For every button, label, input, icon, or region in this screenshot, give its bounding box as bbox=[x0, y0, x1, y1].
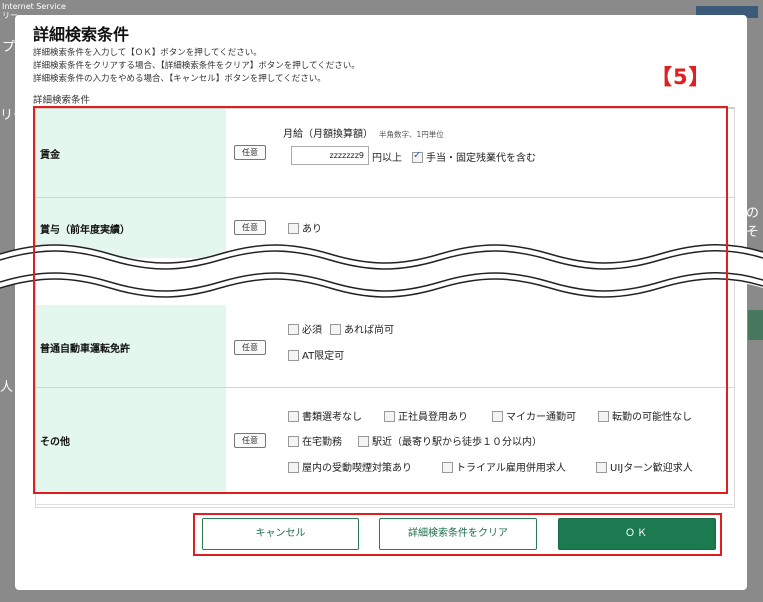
footer-divider bbox=[35, 504, 733, 505]
instruction-text: 詳細検索条件をクリアする場合、【詳細検索条件をクリア】ボタンを押してください。 bbox=[33, 61, 360, 71]
dialog-title: 詳細検索条件 bbox=[33, 25, 130, 44]
buttons-highlight-frame bbox=[193, 513, 722, 556]
background-fragment: プ bbox=[2, 40, 16, 55]
background-fragment: 人 bbox=[0, 380, 14, 395]
instruction-text: 詳細検索条件を入力して【ＯＫ】ボタンを押してください。 bbox=[33, 48, 262, 58]
form-highlight-frame bbox=[33, 106, 728, 494]
background-accent bbox=[748, 310, 763, 340]
background-fragment: のそ bbox=[746, 206, 760, 240]
section-label: 詳細検索条件 bbox=[33, 95, 91, 106]
instruction-text: 詳細検索条件の入力をやめる場合、【キャンセル】ボタンを押してください。 bbox=[33, 74, 326, 84]
callout-number: 【5】 bbox=[651, 65, 711, 89]
